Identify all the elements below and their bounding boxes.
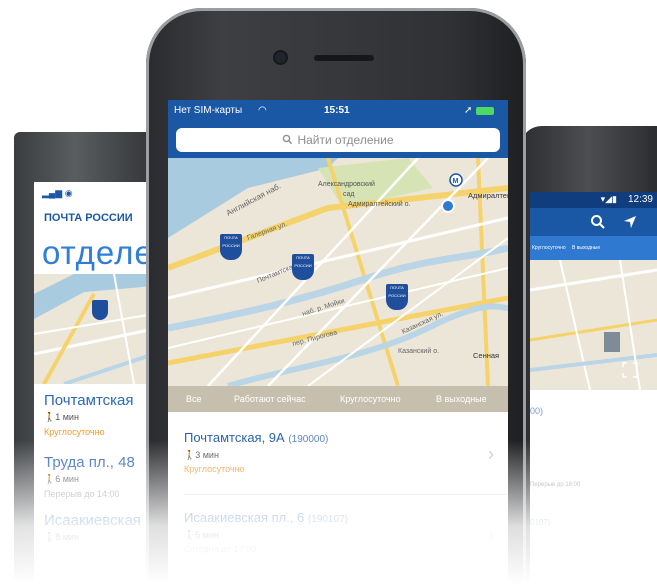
map-label: Адмиралтейская [468, 191, 508, 200]
walk-icon: 🚶 [44, 474, 56, 484]
list-item[interactable]: Почтамтская, 9А (190000) 🚶3 мин Круглосу… [168, 412, 508, 498]
list-item[interactable]: Труда пл., 48 🚶6 мин Перерыв до 14:00 [44, 454, 135, 499]
postoffice-pin-icon[interactable] [92, 300, 108, 320]
office-zip: (190000) [288, 434, 329, 445]
tab-open-now[interactable]: Работают сейчас [234, 394, 306, 404]
location-arrow-icon: ➚ [464, 105, 473, 116]
battery-icon [476, 107, 494, 115]
divider [184, 494, 508, 495]
office-hours: Круглосуточно [44, 427, 105, 437]
walk-time: 5 мин [195, 530, 219, 540]
search-placeholder: Найти отделение [297, 133, 394, 147]
app-toolbar [530, 208, 657, 236]
brand-title: ПОЧТА РОССИИ [44, 212, 133, 224]
filter-tabs: Все Работают сейчас Круглосуточно В выхо… [168, 386, 508, 412]
walk-icon: 🚶 [44, 532, 56, 542]
office-hours: Сегодня до 17:00 [184, 544, 257, 554]
ios-status-bar: Нет SIM-карты ◠ 15:51 ➚ [168, 100, 508, 122]
office-hours: Круглосуточно [184, 464, 245, 474]
filter-bar: Круглосуточно В выходные [530, 236, 657, 260]
search-input[interactable]: Найти отделение [176, 128, 500, 152]
wifi-icon: ◠ [258, 105, 267, 116]
search-icon[interactable] [590, 214, 606, 230]
office-zip: (190107) [307, 514, 348, 525]
office-title: Почтамтская [44, 392, 134, 409]
current-location-dot [441, 199, 455, 213]
list-item[interactable]: Исаакиевская 🚶8 мин [44, 512, 141, 543]
map-label: Сенная [473, 351, 499, 360]
filter-weekends[interactable]: В выходные [572, 245, 600, 251]
carrier-label: Нет SIM-карты [174, 105, 243, 116]
search-icon [283, 134, 293, 145]
map-label: сад [343, 191, 354, 198]
office-list: 00) Перерыв до 18:00 0107) [530, 390, 657, 584]
tab-all[interactable]: Все [186, 394, 202, 404]
status-time: 15:51 [324, 105, 350, 116]
chevron-right-icon: › [488, 444, 494, 464]
office-title: Почтамтская, 9А [184, 430, 285, 445]
filter-round-the-clock[interactable]: Круглосуточно [532, 245, 566, 251]
section-heading: отделе [42, 234, 154, 271]
map-label: Казанский о. [398, 347, 439, 355]
walk-icon: 🚶 [184, 450, 196, 460]
svg-text:M: M [453, 178, 459, 185]
signal-icon: ▾◢▮ [600, 194, 617, 204]
postoffice-pin-icon[interactable]: ПОЧТА РОССИИ [386, 284, 408, 310]
search-bar: Найти отделение [168, 122, 508, 158]
postoffice-pin-icon[interactable]: ПОЧТА РОССИИ [220, 234, 242, 260]
signal-icon: ▂▄▆ ◉ [42, 188, 73, 198]
walk-icon: 🚶 [44, 412, 56, 422]
map-view[interactable]: Александровский сад Адмиралтейская Адмир… [168, 158, 508, 386]
center-phone-screen: Нет SIM-карты ◠ 15:51 ➚ Найти отделение [168, 100, 508, 584]
office-title: Труда пл., 48 [44, 454, 135, 471]
status-time: 12:39 [627, 194, 653, 205]
walk-icon: 🚶 [184, 530, 196, 540]
map-view[interactable] [34, 274, 154, 384]
walk-time: 3 мин [195, 450, 219, 460]
chevron-right-icon: › [488, 526, 494, 546]
right-phone-screen: 12:39 ▾◢▮ Круглосуточно В выходные 00) П… [530, 192, 657, 584]
left-phone-screen: ▂▄▆ ◉ ПОЧТА РОССИИ отделе Почтамтская 🚶1… [34, 182, 154, 584]
office-hours: Перерыв до 14:00 [44, 489, 120, 499]
list-item[interactable]: Почтамтская 🚶1 мин Круглосуточно [44, 392, 134, 437]
list-fragment: 00) [530, 406, 544, 416]
walk-time: 6 мин [55, 474, 79, 484]
fullscreen-icon[interactable] [622, 362, 638, 378]
location-arrow-icon[interactable] [622, 214, 638, 230]
walk-time: 8 мин [55, 532, 79, 542]
map-label: Александровский [318, 180, 375, 188]
earpiece-speaker [314, 55, 374, 61]
android-status-bar: 12:39 ▾◢▮ [530, 192, 657, 208]
list-fragment: 0107) [530, 518, 551, 527]
front-camera [275, 52, 286, 63]
list-item[interactable]: Исаакиевская пл., 6 (190107) 🚶5 мин Сего… [168, 498, 508, 584]
office-title: Исаакиевская пл., 6 [184, 510, 305, 525]
list-fragment: Перерыв до 18:00 [530, 482, 581, 488]
map-label: Адмиралтейский о. [348, 200, 410, 208]
tab-weekends[interactable]: В выходные [436, 394, 487, 404]
walk-time: 1 мин [55, 412, 79, 422]
office-title: Исаакиевская [44, 512, 141, 529]
tab-round-the-clock[interactable]: Круглосуточно [340, 394, 401, 404]
postoffice-pin-icon[interactable]: ПОЧТА РОССИИ [292, 254, 314, 280]
office-list: Почтамтская, 9А (190000) 🚶3 мин Круглосу… [168, 412, 508, 584]
